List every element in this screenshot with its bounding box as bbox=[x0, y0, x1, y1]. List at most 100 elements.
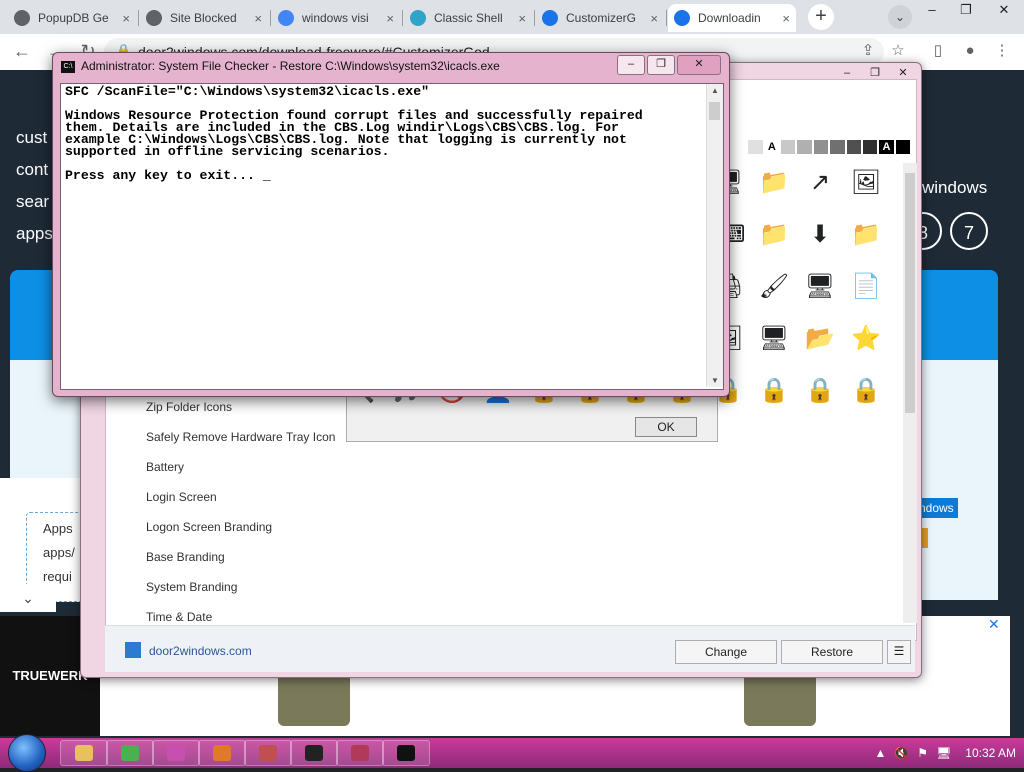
resource-icon[interactable]: ⬇ bbox=[804, 218, 836, 250]
resource-icon[interactable]: 📁 bbox=[758, 166, 790, 198]
color-swatch[interactable] bbox=[894, 139, 911, 155]
tab-close-icon[interactable]: × bbox=[254, 11, 262, 26]
resource-list-item[interactable]: Time & Date bbox=[146, 610, 212, 624]
color-swatch[interactable] bbox=[829, 139, 846, 155]
bookmark-star-icon[interactable]: ☆ bbox=[886, 39, 910, 63]
resource-icon[interactable]: ↗ bbox=[804, 166, 836, 198]
color-swatch[interactable] bbox=[731, 139, 748, 155]
clock[interactable]: 10:32 AM bbox=[965, 746, 1016, 760]
windows-heading: windows bbox=[922, 178, 988, 197]
color-swatch[interactable] bbox=[796, 139, 813, 155]
browser-tab[interactable]: windows visi × bbox=[272, 4, 400, 32]
resource-list-item[interactable]: Battery bbox=[146, 460, 184, 474]
tab-search-button[interactable]: ⌄ bbox=[888, 5, 912, 29]
tools-icon bbox=[259, 745, 277, 761]
resource-icon[interactable]: 📁 bbox=[758, 218, 790, 250]
sfc-title-bar[interactable]: C:\ Administrator: System File Checker - … bbox=[61, 59, 581, 77]
windows-7-link[interactable]: 7 bbox=[950, 212, 988, 250]
door2windows-link[interactable]: door2windows.com bbox=[149, 644, 252, 658]
restore-button[interactable]: ❐ bbox=[952, 0, 980, 22]
action-center-icon[interactable]: ⚑ bbox=[917, 746, 928, 760]
side-panel-icon[interactable]: ▯ bbox=[926, 39, 950, 63]
color-swatch[interactable]: A bbox=[763, 139, 781, 155]
restore-button[interactable]: Restore bbox=[781, 640, 883, 664]
resource-list-item[interactable]: Logon Screen Branding bbox=[146, 520, 272, 534]
profile-icon[interactable]: ● bbox=[958, 39, 982, 63]
start-button[interactable] bbox=[8, 734, 46, 772]
taskbar-button-classic-shell[interactable] bbox=[152, 740, 200, 766]
console-output[interactable]: SFC /ScanFile="C:\Windows\system32\icacl… bbox=[60, 83, 724, 390]
taskbar-button-7zip[interactable] bbox=[290, 740, 338, 766]
taskbar-button-customizer[interactable] bbox=[336, 740, 384, 766]
resource-icon[interactable]: 🖥 bbox=[758, 322, 790, 354]
resource-icon[interactable]: 🔒 bbox=[758, 374, 790, 406]
tab-favicon-icon bbox=[674, 10, 690, 26]
nav-link-customize[interactable]: cust bbox=[16, 128, 47, 148]
resource-icon[interactable]: 🖼 bbox=[850, 166, 882, 198]
share-icon[interactable]: ⇪ bbox=[856, 39, 880, 63]
browser-tab[interactable]: CustomizerG × bbox=[536, 4, 664, 32]
resource-icon[interactable]: 📄 bbox=[850, 270, 882, 302]
color-swatch[interactable] bbox=[780, 139, 797, 155]
nav-link-search[interactable]: sear bbox=[16, 192, 49, 212]
menu-kebab-icon[interactable]: ⋮ bbox=[990, 39, 1014, 63]
dialog-ok-button[interactable]: OK bbox=[635, 417, 697, 437]
resource-icon[interactable]: ⭐ bbox=[850, 322, 882, 354]
tab-close-icon[interactable]: × bbox=[386, 11, 394, 26]
browser-tab[interactable]: Downloadin × bbox=[668, 4, 796, 32]
tab-close-icon[interactable]: × bbox=[782, 11, 790, 26]
resource-icon[interactable]: 🖌 bbox=[758, 270, 790, 302]
color-swatch[interactable] bbox=[845, 139, 862, 155]
tab-close-icon[interactable]: × bbox=[518, 11, 526, 26]
apps-line: apps/ bbox=[43, 545, 75, 560]
collapse-ad-button[interactable]: ⌄ bbox=[0, 584, 56, 612]
color-swatch[interactable]: A bbox=[878, 139, 895, 155]
tab-close-icon[interactable]: × bbox=[122, 11, 130, 26]
taskbar-button-explorer[interactable] bbox=[60, 740, 108, 766]
back-icon[interactable]: ← bbox=[10, 39, 34, 63]
browser-tab[interactable]: Site Blocked × bbox=[140, 4, 268, 32]
icon-grid-scrollbar[interactable] bbox=[903, 163, 917, 623]
change-button[interactable]: Change bbox=[675, 640, 777, 664]
taskbar-button-chrome[interactable] bbox=[106, 740, 154, 766]
resource-list-item[interactable]: Zip Folder Icons bbox=[146, 400, 232, 414]
nav-link-contact[interactable]: cont bbox=[16, 160, 48, 180]
taskbar-button-browser2[interactable] bbox=[198, 740, 246, 766]
resource-icon[interactable]: 🖥 bbox=[804, 270, 836, 302]
taskbar-button-tools[interactable] bbox=[244, 740, 292, 766]
new-tab-button[interactable]: + bbox=[808, 4, 834, 30]
scroll-down-icon[interactable]: ▼ bbox=[711, 376, 719, 385]
resource-icon[interactable]: 🔒 bbox=[804, 374, 836, 406]
ad-close-icon[interactable]: ✕ bbox=[988, 616, 1000, 633]
resource-list-item[interactable]: Login Screen bbox=[146, 490, 217, 504]
color-swatch[interactable] bbox=[747, 139, 764, 155]
tab-title: Site Blocked bbox=[170, 11, 237, 25]
taskbar-button-cmd[interactable] bbox=[382, 740, 430, 766]
browser2-icon bbox=[213, 745, 231, 761]
console-scrollbar[interactable]: ▲ ▼ bbox=[706, 84, 723, 387]
sfc-close-button[interactable]: ✕ bbox=[677, 55, 721, 75]
apps-line: requi bbox=[43, 569, 72, 584]
scroll-up-icon[interactable]: ▲ bbox=[711, 86, 719, 95]
network-icon[interactable]: 🖥 bbox=[936, 746, 951, 760]
menu-icon[interactable]: ☰ bbox=[887, 640, 911, 664]
sfc-restore-button[interactable]: ❐ bbox=[647, 55, 675, 75]
resource-list-item[interactable]: Base Branding bbox=[146, 550, 225, 564]
resource-list-item[interactable]: Safely Remove Hardware Tray Icon bbox=[146, 430, 335, 444]
nav-link-apps[interactable]: apps bbox=[16, 224, 53, 244]
resource-icon[interactable]: 📁 bbox=[850, 218, 882, 250]
sfc-minimize-button[interactable]: – bbox=[617, 55, 645, 75]
browser-tab[interactable]: Classic Shell × bbox=[404, 4, 532, 32]
color-swatch[interactable] bbox=[861, 139, 879, 155]
show-hidden-icons-icon[interactable]: ▲ bbox=[874, 746, 886, 760]
tab-close-icon[interactable]: × bbox=[650, 11, 658, 26]
browser-tab[interactable]: PopupDB Ge × bbox=[8, 4, 136, 32]
resource-list-item[interactable]: System Branding bbox=[146, 580, 237, 594]
resource-icon[interactable]: 🔒 bbox=[850, 374, 882, 406]
minimize-button[interactable]: – bbox=[918, 0, 946, 22]
tab-favicon-icon bbox=[410, 10, 426, 26]
close-button[interactable]: ✕ bbox=[990, 0, 1018, 22]
volume-muted-icon[interactable]: 🔇 bbox=[894, 746, 909, 760]
color-swatch[interactable] bbox=[812, 139, 830, 155]
resource-icon[interactable]: 📂 bbox=[804, 322, 836, 354]
